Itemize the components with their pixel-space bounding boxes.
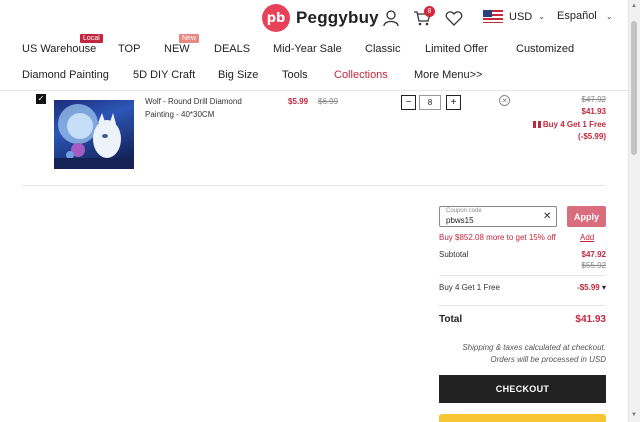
logo[interactable]: pb Peggybuy (262, 4, 379, 32)
nav-item-more-menu[interactable]: More Menu>> (414, 69, 482, 81)
row-promo: Buy 4 Get 1 Free (-$5.99) (532, 119, 606, 143)
nav-item-classic[interactable]: Classic (365, 43, 400, 55)
summary-divider (439, 275, 606, 276)
logo-mark: pb (262, 4, 290, 32)
nav-item-new[interactable]: NEW (164, 43, 190, 55)
scroll-up-arrow-icon[interactable]: ▲ (630, 3, 638, 9)
clear-coupon-icon[interactable]: ✕ (543, 211, 551, 222)
total-label: Total (439, 314, 463, 325)
nav-item-collections[interactable]: Collections (334, 69, 388, 81)
promo-label: Buy 4 Get 1 Free (439, 283, 500, 292)
row-total-original: $47.92 (581, 95, 606, 104)
row-promo-label: Buy 4 Get 1 Free (542, 120, 606, 129)
row-total: $41.93 (581, 107, 606, 116)
gift-icon (532, 121, 541, 128)
header: pb Peggybuy 8 USD ⌄ Español ⌄ (0, 0, 628, 36)
item-checkbox[interactable]: ✓ (36, 94, 46, 104)
nav-item-customized[interactable]: Customized (516, 43, 574, 55)
nav-item-big-size[interactable]: Big Size (218, 69, 258, 81)
nav-item-mid-year-sale[interactable]: Mid-Year Sale (273, 43, 342, 55)
product-image[interactable] (54, 100, 134, 169)
unit-price-sale: $5.99 (288, 97, 309, 106)
coupon-value[interactable]: pbws15 (446, 216, 474, 225)
subtotal-label: Subtotal (439, 250, 469, 259)
language-selector[interactable]: Español ⌄ (557, 10, 613, 22)
subtotal-value: $47.92 (581, 250, 606, 259)
chevron-down-icon: ⌄ (538, 12, 545, 21)
product-name[interactable]: Wolf - Round Drill Diamond Painting - 40… (145, 95, 245, 121)
paypal-button[interactable] (439, 414, 606, 422)
row-promo-discount: (-$5.99) (577, 132, 606, 141)
coupon-message: Buy $852.08 more to get 15% off (439, 233, 556, 242)
currency-selector[interactable]: USD ⌄ (483, 10, 545, 23)
scroll-down-arrow-icon[interactable]: ▼ (630, 412, 638, 418)
remove-item-icon[interactable]: ✕ (499, 95, 510, 106)
apply-coupon-button[interactable]: Apply (567, 206, 606, 227)
subtotal-original: $55.92 (581, 261, 606, 270)
chevron-down-icon: ⌄ (605, 12, 613, 21)
promo-value[interactable]: -$5.99 ▾ (577, 283, 606, 292)
nav-item-top[interactable]: TOP (118, 43, 140, 55)
cart-count-badge: 8 (424, 6, 435, 17)
checkout-button[interactable]: CHECKOUT (439, 375, 606, 403)
cart-divider (22, 185, 606, 186)
nav-item-diamond-painting[interactable]: Diamond Painting (22, 69, 109, 81)
qty-plus-button[interactable]: + (446, 95, 461, 110)
nav-divider (0, 90, 628, 91)
summary-divider (439, 305, 606, 306)
local-badge: Local (80, 34, 103, 43)
scrollbar-thumb[interactable] (631, 21, 637, 155)
shipping-note: Shipping & taxes calculated at checkout. (462, 343, 606, 352)
logo-text: Peggybuy (296, 8, 379, 27)
main-nav: US Warehouse Local TOP NEW New DEALS Mid… (0, 34, 628, 90)
heart-icon[interactable] (445, 9, 463, 27)
nav-item-deals[interactable]: DEALS (214, 43, 250, 55)
nav-item-5d-diy-craft[interactable]: 5D DIY Craft (133, 69, 195, 81)
currency-note: Orders will be processed in USD (490, 355, 606, 364)
us-flag-icon (483, 10, 503, 23)
caret-down-icon: ▾ (601, 283, 606, 292)
coupon-label: Coupon code (446, 208, 482, 214)
promo-value-text: -$5.99 (577, 283, 600, 292)
total-value: $41.93 (575, 314, 606, 325)
unit-price-original: $6.99 (318, 97, 339, 106)
language-label: Español (557, 10, 597, 22)
user-icon[interactable] (382, 9, 400, 27)
nav-item-limited-offer[interactable]: Limited Offer (425, 43, 488, 55)
new-badge: New (179, 34, 200, 43)
nav-item-us-warehouse[interactable]: US Warehouse (22, 43, 96, 55)
quantity-input[interactable]: 8 (419, 95, 441, 110)
qty-minus-button[interactable]: − (401, 95, 416, 110)
nav-item-tools[interactable]: Tools (282, 69, 308, 81)
wolf-painting-image (54, 104, 134, 169)
add-more-link[interactable]: Add (580, 233, 594, 242)
currency-label: USD (509, 10, 533, 23)
